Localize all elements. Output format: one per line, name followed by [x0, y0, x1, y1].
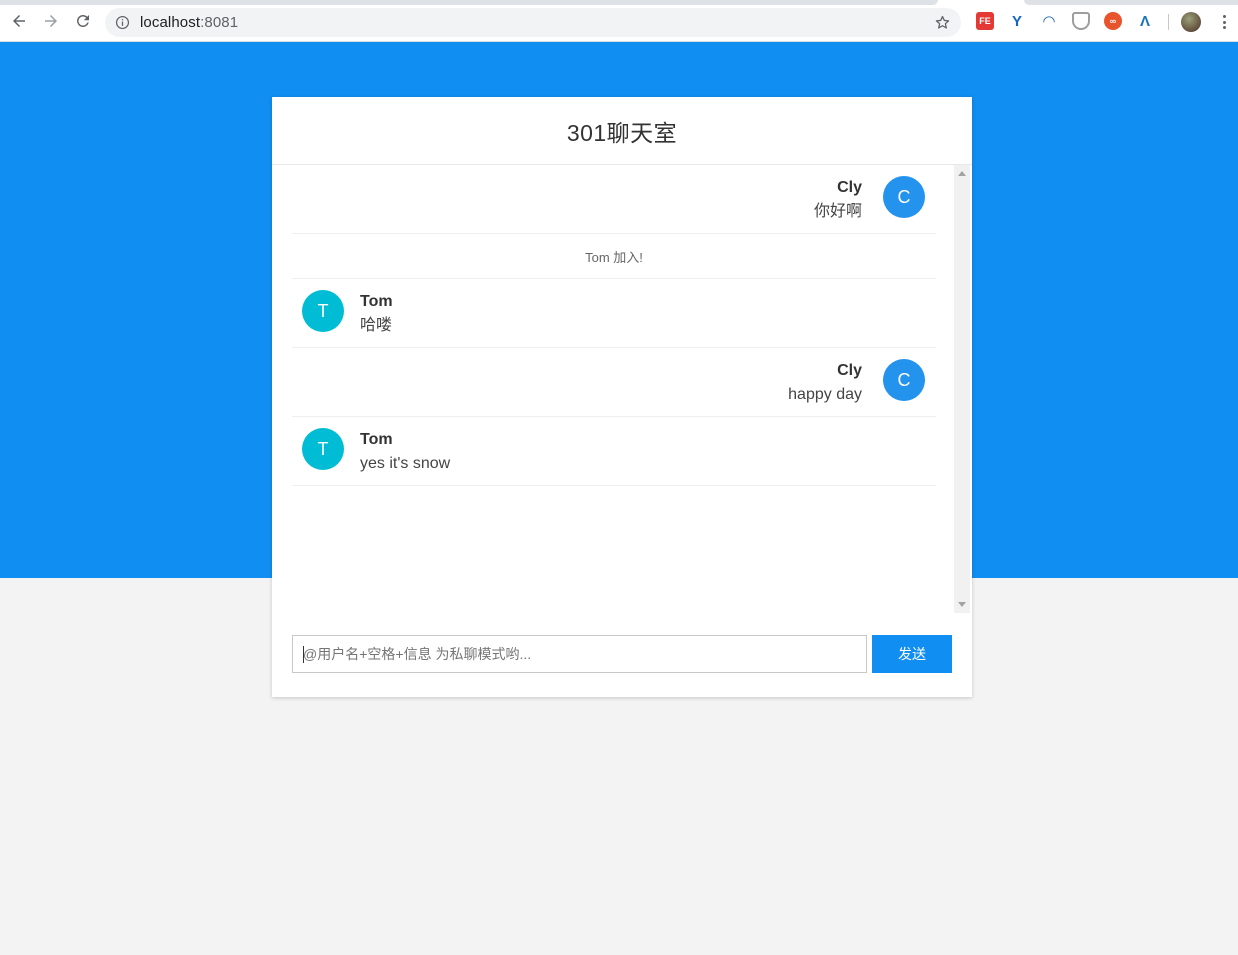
sender-name: Cly [837, 362, 862, 379]
chat-message: T Tom 哈喽 [292, 279, 936, 348]
profile-avatar[interactable] [1181, 12, 1201, 32]
forward-button[interactable] [40, 10, 62, 32]
url-port: :8081 [200, 14, 239, 31]
user-avatar: C [883, 176, 925, 218]
back-button[interactable] [8, 10, 30, 32]
message-area: C Cly 你好啊 Tom 加入! T Tom 哈喽 C Cly happy day T Tom yes… [272, 165, 972, 613]
message-body: Cly 你好啊 [814, 178, 862, 223]
scroll-up-icon[interactable] [958, 171, 966, 176]
chat-message: C Cly 你好啊 [292, 165, 936, 234]
message-body: Tom 哈喽 [360, 292, 393, 337]
message-text: happy day [788, 386, 862, 403]
compose-row: 发送 [292, 635, 952, 673]
message-scrollbar[interactable] [954, 165, 970, 613]
lambda-icon[interactable]: Λ [1136, 12, 1154, 30]
message-body: Tom yes it's snow [360, 430, 450, 475]
user-avatar: T [302, 290, 344, 332]
tab-strip [0, 0, 938, 5]
reload-icon [76, 14, 89, 27]
reload-button[interactable] [72, 10, 94, 32]
address-bar[interactable]: localhost:8081 [105, 8, 961, 37]
yuque-icon[interactable]: Y [1008, 12, 1026, 30]
scroll-down-icon[interactable] [958, 602, 966, 607]
arrow-left-icon [13, 15, 25, 27]
system-message: Tom 加入! [292, 234, 936, 279]
fe-helper-icon[interactable]: FE [976, 12, 994, 30]
message-input[interactable] [292, 635, 867, 673]
swirl-icon[interactable]: ◠ [1040, 12, 1058, 30]
sender-name: Tom [360, 293, 393, 310]
arrow-right-icon [45, 15, 57, 27]
chat-message: C Cly happy day [292, 348, 936, 417]
message-text: 你好啊 [813, 203, 862, 220]
sender-name: Cly [837, 179, 862, 196]
user-avatar: C [883, 359, 925, 401]
message-text: yes it's snow [360, 455, 451, 472]
text-caret [303, 646, 304, 663]
url-host: localhost [140, 14, 201, 31]
url-text: localhost:8081 [140, 14, 238, 31]
user-avatar: T [302, 428, 344, 470]
toolbar-separator [1168, 14, 1169, 30]
chat-header: 301聊天室 [272, 97, 972, 165]
sender-name: Tom [360, 431, 393, 448]
chat-message: T Tom yes it's snow [292, 417, 936, 486]
message-list: C Cly 你好啊 Tom 加入! T Tom 哈喽 C Cly happy day T Tom yes… [292, 165, 936, 613]
info-icon[interactable] [115, 15, 130, 30]
infinity-icon[interactable]: ∞ [1104, 12, 1122, 30]
message-text: 哈喽 [360, 317, 393, 334]
browser-toolbar: localhost:8081 FE Y ◠ ∞ Λ [0, 0, 1238, 42]
browser-menu-button[interactable] [1216, 13, 1232, 31]
shield-icon[interactable] [1072, 12, 1090, 30]
tab-strip-new [1024, 0, 1238, 5]
chat-card: 301聊天室 C Cly 你好啊 Tom 加入! T Tom 哈喽 C Cly happy day… [272, 97, 972, 697]
chat-title: 301聊天室 [566, 119, 678, 146]
message-body: Cly happy day [788, 361, 862, 406]
send-button[interactable]: 发送 [872, 635, 952, 673]
bookmark-star-icon[interactable] [934, 14, 951, 31]
